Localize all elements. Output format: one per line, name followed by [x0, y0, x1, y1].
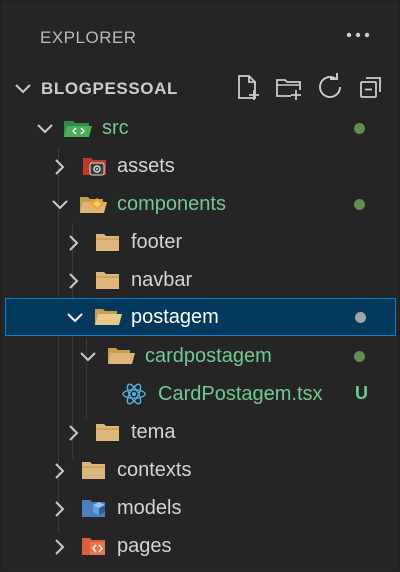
tree-item-pages[interactable]: pages [1, 527, 399, 565]
chevron-down-icon [77, 346, 99, 373]
more-actions-icon[interactable] [344, 25, 372, 45]
untracked-badge: U [355, 383, 368, 403]
tree-item-navbar[interactable]: navbar [1, 261, 399, 299]
explorer-panel: EXPLORER BLOGPESSOAL src assets componen… [0, 0, 400, 572]
chevron-right-icon [49, 498, 71, 525]
new-file-icon[interactable] [233, 72, 263, 102]
new-folder-icon[interactable] [274, 72, 304, 102]
tree-item-label: contexts [117, 459, 192, 481]
folder-icon [95, 231, 121, 258]
folder-icon [81, 459, 107, 486]
modified-dot [355, 312, 366, 323]
tree-item-label: components [117, 193, 226, 215]
refresh-icon[interactable] [315, 72, 345, 102]
workspace-section-header[interactable]: BLOGPESSOAL [1, 71, 399, 107]
chevron-down-icon [34, 118, 56, 145]
chevron-down-icon [11, 77, 35, 106]
chevron-down-icon [49, 194, 71, 221]
explorer-title: EXPLORER [40, 28, 137, 47]
modified-dot [354, 123, 365, 134]
folder-open-icon [107, 345, 137, 372]
tree-item-label: assets [117, 155, 175, 177]
chevron-right-icon [63, 422, 85, 449]
tree-item-postagem[interactable]: postagem [5, 298, 396, 336]
explorer-header: EXPLORER [1, 1, 399, 71]
components-folder-icon [79, 193, 109, 220]
tree-item-label: postagem [131, 306, 219, 328]
tree-item-label: models [117, 497, 182, 519]
chevron-right-icon [63, 270, 85, 297]
collapse-all-icon[interactable] [357, 72, 387, 102]
tree-item-cardpostagem[interactable]: cardpostagem [1, 337, 399, 375]
folder-icon [95, 421, 121, 448]
react-icon [121, 382, 147, 411]
tree-item-footer[interactable]: footer [1, 223, 399, 261]
chevron-right-icon [63, 232, 85, 259]
tree-item-label: CardPostagem.tsx [158, 383, 323, 405]
pages-folder-icon [81, 535, 109, 562]
tree-item-label: tema [131, 421, 176, 443]
tree-item-components[interactable]: components [1, 185, 399, 223]
folder-icon [95, 269, 121, 296]
assets-folder-icon [82, 155, 110, 182]
chevron-right-icon [49, 536, 71, 563]
tree-item-label: pages [117, 535, 172, 557]
workspace-title: BLOGPESSOAL [41, 79, 178, 98]
tree-item-models[interactable]: models [1, 489, 399, 527]
modified-dot [354, 351, 365, 362]
models-folder-icon [81, 497, 109, 524]
tree-item-src[interactable]: src [1, 109, 399, 147]
tree-item-cardpostagem-tsx[interactable]: CardPostagem.tsx U [1, 375, 399, 413]
folder-open-icon [94, 306, 124, 333]
tree-item-label: navbar [131, 269, 193, 291]
tree-item-label: src [102, 117, 129, 139]
chevron-down-icon [64, 307, 86, 334]
chevron-right-icon [49, 460, 71, 487]
modified-dot [354, 199, 365, 210]
src-folder-icon [63, 117, 93, 144]
tree-item-contexts[interactable]: contexts [1, 451, 399, 489]
tree-item-label: cardpostagem [145, 345, 272, 367]
chevron-right-icon [49, 156, 71, 183]
tree-item-tema[interactable]: tema [1, 413, 399, 451]
tree-item-label: footer [131, 231, 183, 253]
tree-item-assets[interactable]: assets [1, 147, 399, 185]
